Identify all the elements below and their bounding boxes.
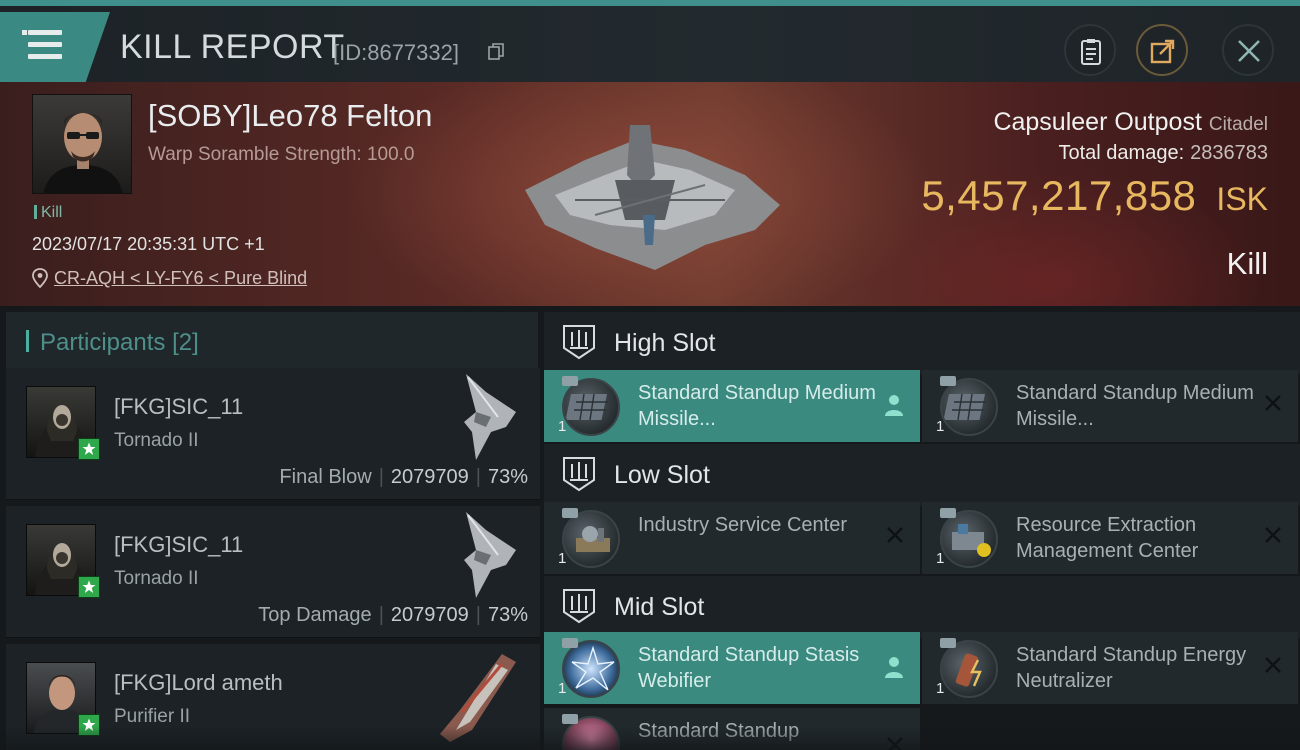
fitted-module[interactable]: Standard Standup <box>544 708 920 750</box>
module-name: Standard Standup Energy Neutralizer <box>1016 644 1247 692</box>
fitted-module[interactable]: 1 Industry Service Center <box>544 502 920 574</box>
participants-panel: Participants [2] [FKG]SIC_11 Tornado II … <box>0 306 540 750</box>
module-quantity: 1 <box>558 680 567 697</box>
kill-type-tag: Kill <box>34 204 62 222</box>
victim-name[interactable]: [SOBY]Leo78 Felton <box>148 98 432 134</box>
ship-image <box>464 512 516 598</box>
mid-slot-header: Mid Slot <box>544 576 1300 638</box>
copy-icon[interactable] <box>488 43 504 61</box>
location-pin-icon <box>32 268 48 288</box>
meta-level-tag <box>940 638 956 648</box>
module-icon <box>562 510 620 568</box>
ship-image <box>440 654 516 742</box>
participant-stats: Final Blow | 2079709 | 73% <box>279 466 528 488</box>
meta-level-tag <box>562 714 578 724</box>
high-slot-header: High Slot <box>544 312 1300 374</box>
dropped-person-icon <box>885 395 903 416</box>
share-icon <box>1150 39 1175 64</box>
star-icon <box>82 442 96 455</box>
warp-scramble-strength: Warp Soramble Strength: 100.0 <box>148 144 415 165</box>
participant-ship: Purifier II <box>114 706 191 727</box>
module-icon <box>562 378 620 436</box>
mid-slot-icon <box>563 589 595 624</box>
high-slot-icon <box>563 325 595 360</box>
low-slot-icon <box>563 457 595 492</box>
fitted-module[interactable]: 1 Resource Extraction Management Center <box>922 502 1298 574</box>
participants-header: Participants [2] <box>6 312 538 368</box>
structure-name: Capsuleer Outpost Citadel <box>993 108 1268 136</box>
meta-level-tag <box>562 508 578 518</box>
corp-star-badge <box>78 576 100 598</box>
module-quantity: 1 <box>936 550 945 567</box>
menu-button[interactable] <box>0 12 110 82</box>
module-quantity: 1 <box>936 680 945 697</box>
participant-count: [2] <box>172 329 199 356</box>
top-bar: KILL REPORT [ID:8677332] <box>0 0 1300 82</box>
module-name: Standard Standup Medium Missile... <box>1016 382 1254 430</box>
participant-card[interactable]: [FKG]SIC_11 Tornado II Top Damage | 207970… <box>6 506 540 638</box>
fitted-module[interactable]: 1 Standard Standup Stasis Webifier <box>544 632 920 704</box>
page-title: KILL REPORT <box>120 28 345 66</box>
participant-ship: Tornado II <box>114 568 199 589</box>
module-icon <box>940 378 998 436</box>
corp-star-badge <box>78 438 100 460</box>
participant-card[interactable]: [FKG]SIC_11 Tornado II Final Blow | 207970… <box>6 368 540 500</box>
meta-level-tag <box>940 508 956 518</box>
clipboard-icon <box>1081 39 1101 65</box>
dropped-person-icon <box>885 657 903 678</box>
participant-name: [FKG]Lord ameth <box>114 670 283 695</box>
clipboard-button[interactable] <box>1064 24 1116 76</box>
participant-card[interactable]: [FKG]Lord ameth Purifier II <box>6 644 540 750</box>
module-quantity: 1 <box>936 418 945 435</box>
meta-level-tag <box>562 376 578 386</box>
star-icon <box>82 718 96 731</box>
destroyed-x-icon <box>887 737 903 750</box>
destroyed-x-icon <box>1265 657 1281 673</box>
module-icon <box>940 510 998 568</box>
isk-value: 5,457,217,858 ISK <box>921 172 1268 219</box>
participant-name: [FKG]SIC_11 <box>114 532 244 557</box>
module-name: Industry Service Center <box>638 514 847 536</box>
structure-type: Citadel <box>1208 114 1268 135</box>
destroyed-x-icon <box>887 527 903 543</box>
total-damage: Total damage: 2836783 <box>1058 142 1268 164</box>
close-icon <box>1238 40 1260 62</box>
corp-star-badge <box>78 714 100 736</box>
fitted-module[interactable]: 1 Standard Standup Medium Missile... <box>922 370 1298 442</box>
victim-banner: [SOBY]Leo78 Felton Warp Soramble Strengt… <box>0 82 1300 306</box>
kill-datetime: 2023/07/17 20:35:31 UTC +1 <box>32 234 265 254</box>
destroyed-x-icon <box>1265 527 1281 543</box>
report-id: [ID:8677332] <box>333 40 459 65</box>
close-button[interactable] <box>1222 24 1274 76</box>
fitted-module[interactable]: 1 Standard Standup Medium Missile... <box>544 370 920 442</box>
module-quantity: 1 <box>558 418 567 435</box>
victim-avatar[interactable] <box>32 94 132 194</box>
fitted-module[interactable]: 1 Standard Standup Energy Neutralizer <box>922 632 1298 704</box>
citadel-structure-image <box>525 125 780 270</box>
menu-icon <box>22 30 27 35</box>
fitting-panel: High Slot 1 Standard Standup Medium Miss… <box>540 306 1300 750</box>
low-slot-header: Low Slot <box>544 444 1300 506</box>
module-name: Standard Standup Stasis Webifier <box>638 644 860 692</box>
module-icon <box>940 640 998 698</box>
star-icon <box>82 580 96 593</box>
module-quantity: 1 <box>558 550 567 567</box>
meta-level-tag <box>940 376 956 386</box>
module-name: Standard Standup <box>638 720 800 742</box>
meta-level-tag <box>562 638 578 648</box>
participant-ship: Tornado II <box>114 430 199 451</box>
share-button[interactable] <box>1136 24 1188 76</box>
module-icon <box>562 640 620 698</box>
destroyed-x-icon <box>1265 395 1281 411</box>
participant-stats: Top Damage | 2079709 | 73% <box>258 604 528 626</box>
module-name: Standard Standup Medium Missile... <box>638 382 876 430</box>
module-name: Resource Extraction Management Center <box>1016 514 1199 562</box>
location-link[interactable]: CR-AQH < LY-FY6 < Pure Blind <box>54 268 307 289</box>
ship-image <box>464 374 516 460</box>
participant-name: [FKG]SIC_11 <box>114 394 244 419</box>
result-label: Kill <box>1226 246 1268 281</box>
